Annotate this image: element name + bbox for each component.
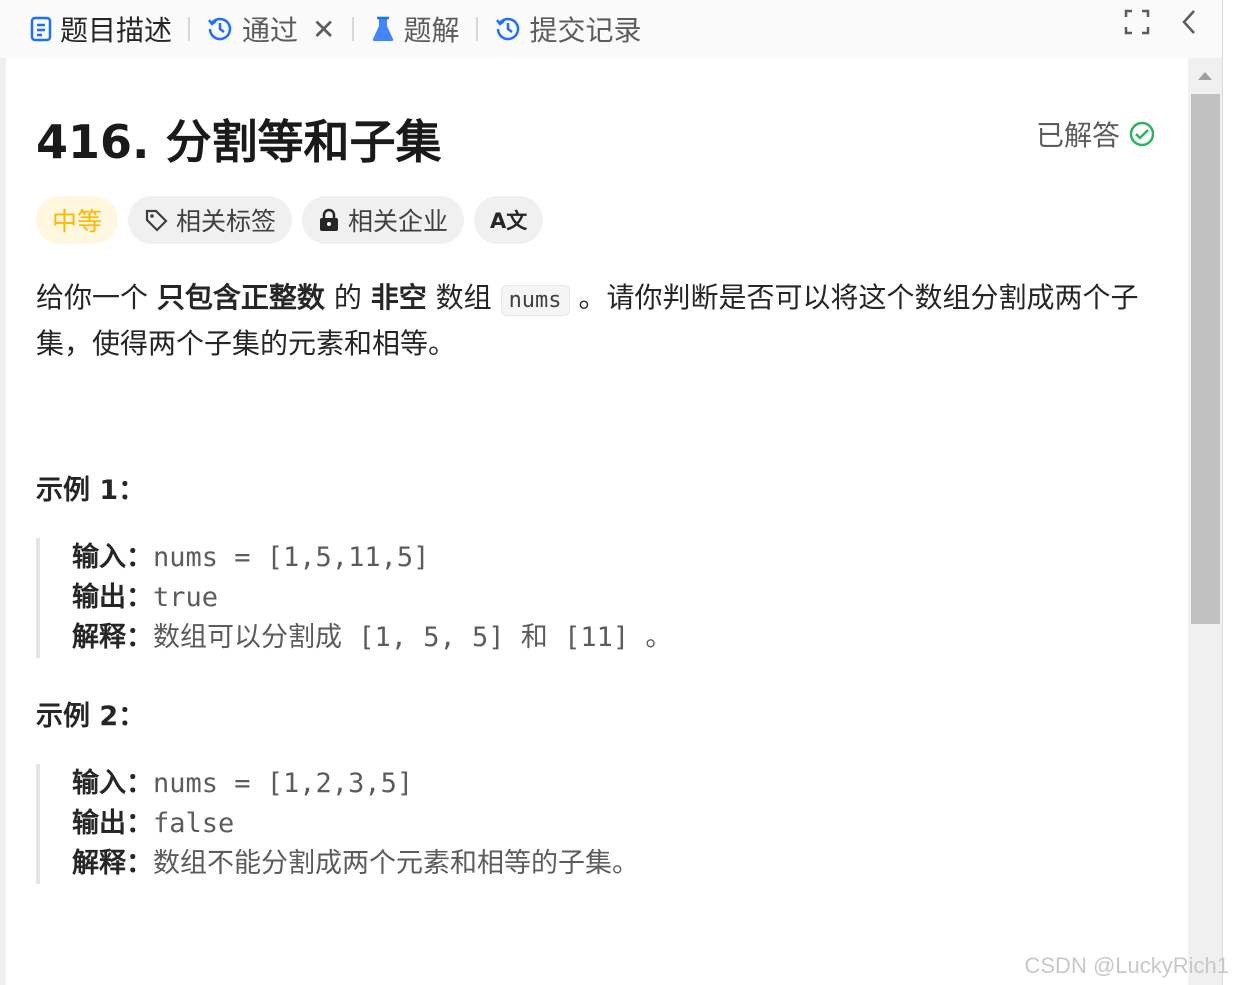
example-1-title: 示例 1： [36, 475, 146, 506]
example-1-block: 输入：nums = [1,5,11,5] 输出：true 解释：数组可以分割成 … [36, 538, 1136, 658]
inline-code: nums [500, 285, 570, 316]
scrollbar-thumb[interactable] [1191, 94, 1220, 624]
example-output: 输出：true [72, 582, 219, 613]
tab-divider [475, 17, 478, 41]
solved-status: 已解答 [1036, 114, 1156, 154]
flask-icon [370, 15, 396, 43]
desc-text: 数组 [426, 281, 501, 314]
tag-icon [145, 209, 168, 232]
document-icon [30, 16, 52, 42]
problem-title[interactable]: 416. 分割等和子集 [36, 106, 442, 172]
example-input: 输入：nums = [1,5,11,5] [72, 542, 430, 573]
desc-text: 给你一个 [36, 281, 157, 314]
scroll-up-arrow-icon[interactable] [1188, 58, 1222, 94]
topics-tag-label: 相关标签 [176, 207, 277, 236]
problem-panel: 416. 分割等和子集 已解答 中等 相关标签 相关企业 A文 给你一个 只包含… [6, 58, 1188, 985]
tab-label: 题解 [403, 14, 460, 47]
collapse-chevron-icon[interactable] [1180, 8, 1198, 40]
translate-icon: A文 [490, 209, 528, 233]
example-explanation: 解释：数组不能分割成两个元素和相等的子集。 [72, 848, 639, 879]
example-input: 输入：nums = [1,2,3,5] [72, 768, 414, 799]
panel-tools [1124, 8, 1198, 40]
desc-bold: 只包含正整数 [156, 281, 325, 314]
example-2-block: 输入：nums = [1,2,3,5] 输出：false 解释：数组不能分割成两… [36, 764, 1136, 884]
check-circle-icon [1129, 121, 1155, 147]
history-icon [206, 15, 234, 43]
companies-tag-button[interactable]: 相关企业 [302, 196, 465, 244]
solved-label: 已解答 [1035, 119, 1120, 152]
watermark: CSDN @LuckyRich1 [1024, 953, 1230, 978]
translate-button[interactable]: A文 [474, 196, 544, 244]
tab-bar: 题目描述 通过 ✕ 题解 提交记录 [0, 0, 1222, 58]
vertical-scrollbar[interactable] [1188, 58, 1222, 985]
example-explanation: 解释：数组可以分割成 [1, 5, 5] 和 [11] 。 [72, 622, 673, 653]
tab-divider [188, 17, 191, 41]
desc-bold: 非空 [370, 281, 427, 314]
lock-icon [320, 208, 339, 231]
tab-label: 题目描述 [60, 14, 173, 47]
fullscreen-icon[interactable] [1124, 9, 1150, 39]
tab-accepted[interactable]: 通过 ✕ [206, 4, 336, 54]
tab-solutions[interactable]: 题解 [370, 4, 460, 54]
topics-tag-button[interactable]: 相关标签 [128, 196, 293, 244]
tab-submissions[interactable]: 提交记录 [494, 4, 642, 54]
tab-label: 通过 [242, 14, 299, 47]
desc-text: 的 [324, 281, 371, 314]
tab-divider [351, 17, 354, 41]
problem-description: 给你一个 只包含正整数 的 非空 数组 nums 。请你判断是否可以将这个数组分… [36, 276, 1146, 365]
example-2-title: 示例 2： [36, 701, 146, 732]
difficulty-badge: 中等 [36, 196, 119, 244]
example-output: 输出：false [72, 808, 235, 839]
tab-label: 提交记录 [529, 14, 642, 47]
close-icon[interactable]: ✕ [312, 13, 335, 46]
history-icon [494, 15, 522, 43]
companies-tag-label: 相关企业 [348, 207, 449, 236]
tag-row: 中等 相关标签 相关企业 A文 [36, 196, 544, 244]
tab-description[interactable]: 题目描述 [30, 4, 172, 54]
window-edge [1222, 0, 1233, 985]
